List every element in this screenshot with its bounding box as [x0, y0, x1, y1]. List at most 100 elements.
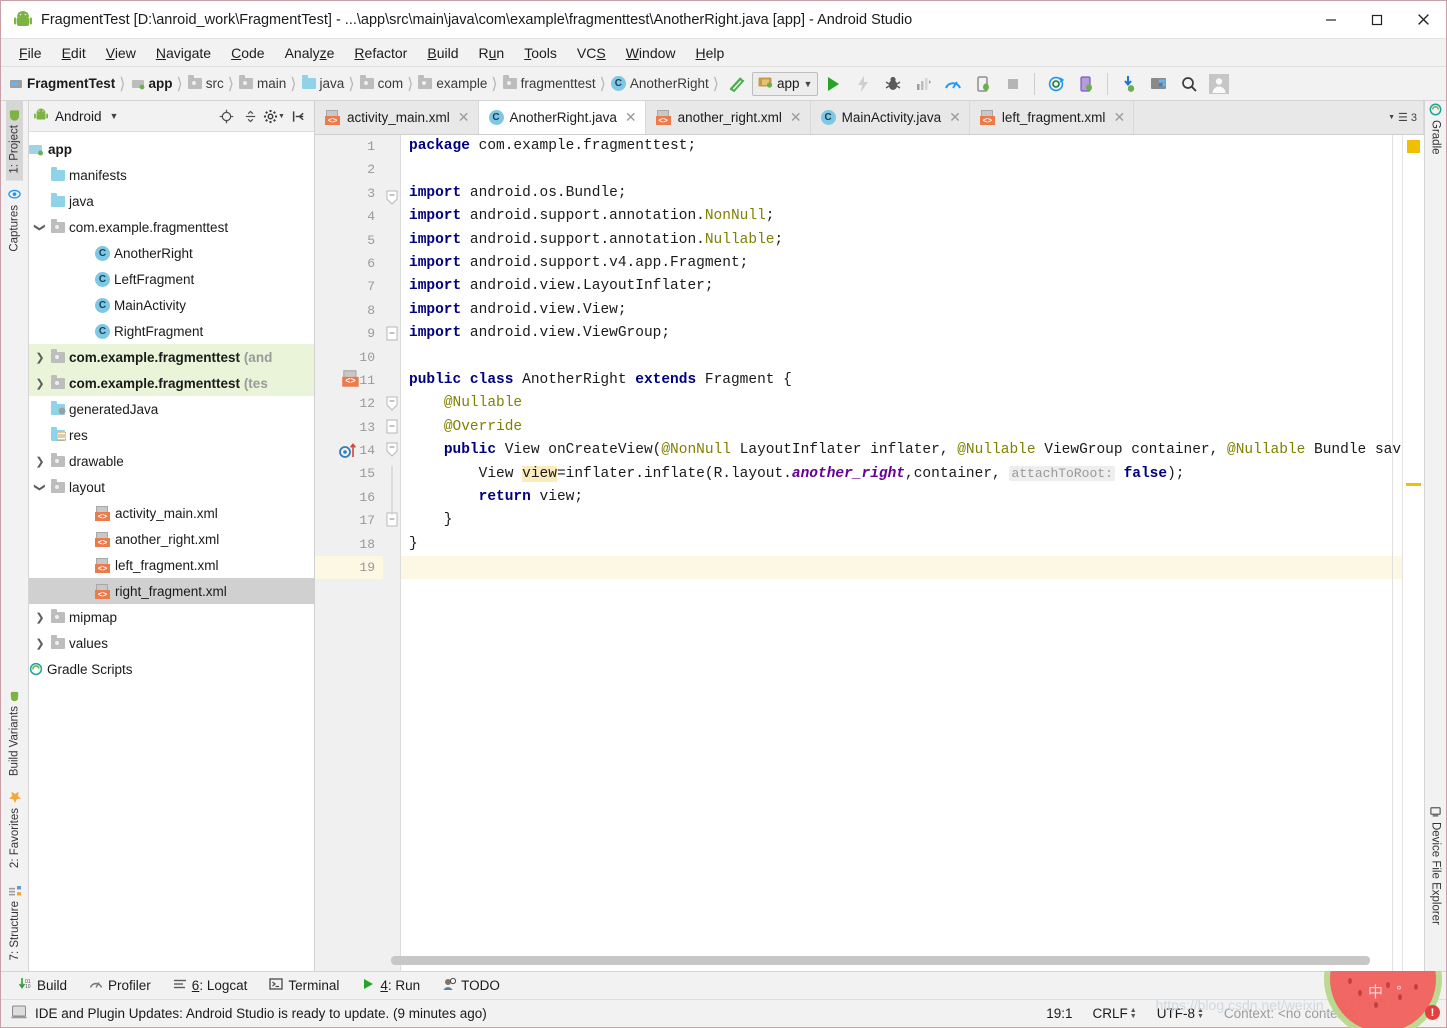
sdk-manager-button[interactable] [1114, 70, 1144, 98]
breadcrumb-anotherright[interactable]: C AnotherRight [609, 76, 710, 91]
chevron-right-icon[interactable]: ❯ [29, 377, 51, 390]
error-stripe-marker-rail[interactable] [1402, 135, 1424, 971]
breadcrumb-com[interactable]: com [358, 75, 405, 91]
code-line[interactable]: return view; [409, 486, 1402, 509]
line-number[interactable]: 7 [315, 275, 383, 298]
run-button[interactable] [818, 70, 848, 98]
chevron-right-icon[interactable]: ❯ [29, 455, 51, 468]
rail-item-structure[interactable]: 7: Structure [6, 876, 24, 967]
rail-item-device-file-explorer[interactable]: Device File Explorer [1428, 799, 1443, 931]
menu-vcs[interactable]: VCS [567, 42, 616, 64]
tree-item-res[interactable]: res [29, 422, 314, 448]
horizontal-scrollbar[interactable] [391, 956, 1370, 965]
line-number[interactable]: 12 [315, 392, 383, 415]
chevron-right-icon[interactable]: ❯ [29, 351, 51, 364]
breadcrumb-fragmenttest[interactable]: FragmentTest [7, 76, 116, 91]
sync-gradle-button[interactable] [1041, 70, 1071, 98]
tree-item-mainactivity[interactable]: C MainActivity [29, 292, 314, 318]
code-line[interactable]: } [409, 533, 1402, 556]
debug-button[interactable] [878, 70, 908, 98]
avd-manager-button[interactable] [1071, 70, 1101, 98]
tree-item-drawable[interactable]: ❯ drawable [29, 448, 314, 474]
project-tree[interactable]: app manifests java ❯ com.example.fragmenttes… [29, 132, 314, 971]
error-badge[interactable]: ! [1425, 1005, 1440, 1020]
line-number[interactable]: 19 [315, 556, 383, 580]
tree-item-layout[interactable]: ❯ layout [29, 474, 314, 500]
project-structure-button[interactable] [1144, 70, 1174, 98]
menu-build[interactable]: Build [417, 42, 468, 64]
line-number[interactable]: 3 [315, 182, 383, 205]
toolwindow-build[interactable]: 01 10 Build [9, 974, 76, 997]
tab-another-right-xml[interactable]: <> another_right.xml ✕ [645, 101, 811, 134]
code-line[interactable]: View view=inflater.inflate(R.layout.anot… [409, 462, 1402, 485]
tree-item-left-fragment-xml[interactable]: <> left_fragment.xml [29, 552, 314, 578]
code-line[interactable]: @Nullable [409, 392, 1402, 415]
code-line[interactable]: import android.support.annotation.Nullab… [409, 229, 1402, 252]
tree-item-manifests[interactable]: manifests [29, 162, 314, 188]
breadcrumb-example[interactable]: example [416, 75, 488, 91]
tree-item-com-example-fragmenttest[interactable]: ❯ com.example.fragmenttest (and [29, 344, 314, 370]
code-folding-column[interactable] [383, 135, 401, 971]
tab-close-icon[interactable]: ✕ [790, 109, 802, 126]
code-line[interactable]: import android.view.View; [409, 299, 1402, 322]
menu-view[interactable]: View [96, 42, 146, 64]
tree-item-app[interactable]: app [29, 136, 314, 162]
toolwindow-todo[interactable]: TODO [433, 974, 509, 997]
line-number[interactable]: 11 <> [315, 369, 383, 392]
tab-close-icon[interactable]: ✕ [458, 109, 470, 126]
code-line[interactable]: public class AnotherRight extends Fragme… [409, 369, 1402, 392]
menu-tools[interactable]: Tools [514, 42, 567, 64]
breadcrumb-fragmenttest-pkg[interactable]: fragmenttest [501, 75, 597, 91]
line-number[interactable]: 16 [315, 486, 383, 509]
tree-item-leftfragment[interactable]: C LeftFragment [29, 266, 314, 292]
code-text[interactable]: package com.example.fragmenttest; import… [401, 135, 1402, 971]
line-number[interactable]: 1 [315, 135, 383, 158]
tab-close-icon[interactable]: ✕ [949, 109, 961, 126]
tree-item-com-example-fragmenttest[interactable]: ❯ com.example.fragmenttest (tes [29, 370, 314, 396]
run-configuration-selector[interactable]: app ▼ [751, 71, 819, 96]
warning-marker[interactable] [1407, 140, 1420, 153]
menu-code[interactable]: Code [221, 42, 274, 64]
hide-panel-button[interactable] [286, 104, 310, 128]
code-line[interactable] [409, 158, 1402, 181]
menu-help[interactable]: Help [686, 42, 735, 64]
maximize-button[interactable] [1354, 1, 1400, 38]
tree-item-anotherright[interactable]: C AnotherRight [29, 240, 314, 266]
tree-item-values[interactable]: ❯ values [29, 630, 314, 656]
close-button[interactable] [1400, 1, 1446, 38]
chevron-down-icon[interactable]: ❯ [34, 476, 47, 498]
line-number[interactable]: 13 [315, 416, 383, 439]
status-message[interactable]: IDE and Plugin Updates: Android Studio i… [35, 1006, 487, 1021]
chevron-right-icon[interactable]: ❯ [29, 637, 51, 650]
tree-item-rightfragment[interactable]: C RightFragment [29, 318, 314, 344]
line-number[interactable]: 2 [315, 158, 383, 181]
breadcrumb-main[interactable]: main [237, 75, 287, 91]
search-everywhere-button[interactable] [1174, 70, 1204, 98]
minimize-button[interactable] [1308, 1, 1354, 38]
toolwindow-logcat[interactable]: 6: Logcat [164, 974, 257, 997]
tree-item-java[interactable]: java [29, 188, 314, 214]
notification-icon[interactable] [11, 1004, 27, 1023]
code-line[interactable]: import android.os.Bundle; [409, 182, 1402, 205]
make-project-button[interactable] [722, 70, 752, 98]
profiler-button[interactable] [938, 70, 968, 98]
code-line[interactable]: import android.view.LayoutInflater; [409, 275, 1402, 298]
locate-in-tree-button[interactable] [214, 104, 238, 128]
code-line[interactable]: } [409, 509, 1402, 532]
line-number[interactable]: 17 [315, 509, 383, 532]
menu-refactor[interactable]: Refactor [344, 42, 417, 64]
menu-file[interactable]: File [9, 42, 52, 64]
tab-mainactivity-java[interactable]: C MainActivity.java ✕ [810, 101, 970, 134]
code-line[interactable]: public View onCreateView(@NonNull Layout… [409, 439, 1402, 462]
chevron-down-icon[interactable]: ▼ [110, 111, 119, 121]
line-number[interactable]: 9 [315, 322, 383, 345]
chevron-down-icon[interactable]: ❯ [34, 216, 47, 238]
line-number[interactable]: 18 [315, 533, 383, 556]
line-number[interactable]: 14 [315, 439, 383, 462]
tree-item-gradle-scripts[interactable]: Gradle Scripts [29, 656, 314, 682]
tab-anotherright-java[interactable]: C AnotherRight.java ✕ [478, 101, 646, 134]
breadcrumb-app[interactable]: app [129, 76, 174, 91]
line-number[interactable]: 4 [315, 205, 383, 228]
line-number[interactable]: 6 [315, 252, 383, 275]
apply-changes-button[interactable] [848, 70, 878, 98]
